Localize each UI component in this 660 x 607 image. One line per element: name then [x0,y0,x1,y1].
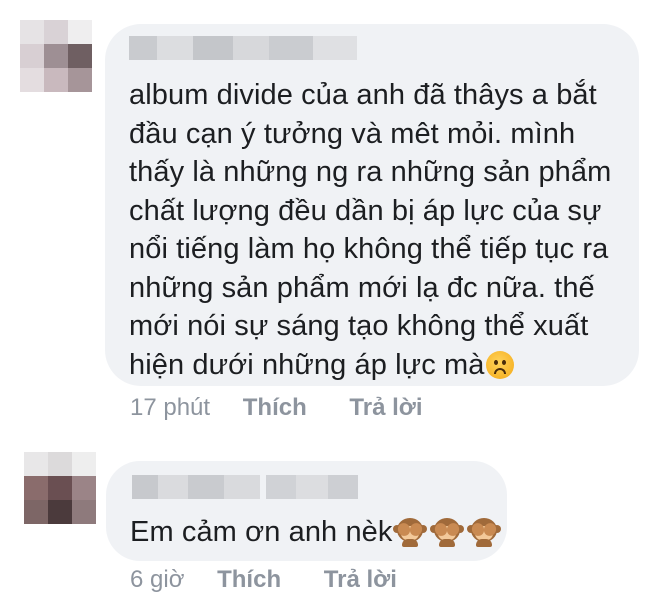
author-name-redacted[interactable] [132,475,260,499]
author-name-redacted-2[interactable] [266,475,358,499]
reply-button[interactable]: Trả lời [349,394,422,421]
comment-actions: 17 phút Thích Trả lời [130,394,423,422]
comment-actions: 6 giờ Thích Trả lời [130,566,397,594]
comment-text: Em cảm ơn anh nèk [130,513,501,552]
comment-2: Em cảm ơn anh nèk 6 giờ Thích Trả lời [0,430,660,607]
comment-text: album divide của anh đã thâys a bắt đầu … [129,79,612,381]
comment-bubble: album divide của anh đã thâys a bắt đầu … [105,24,639,386]
comment-1: album divide của anh đã thâys a bắt đầu … [0,0,660,430]
avatar[interactable] [20,20,92,92]
author-name-redacted[interactable] [129,36,357,60]
like-button[interactable]: Thích [217,566,281,593]
timestamp[interactable]: 6 giờ [130,566,184,593]
timestamp[interactable]: 17 phút [130,394,210,421]
sad-face-emoji-icon [486,350,515,379]
avatar[interactable] [24,452,96,524]
comment-bubble: Em cảm ơn anh nèk [106,461,507,561]
see-no-evil-monkey-icon [392,517,427,547]
see-no-evil-monkey-icon [429,517,464,547]
reply-button[interactable]: Trả lời [324,566,397,593]
see-no-evil-monkey-icon [466,517,501,547]
like-button[interactable]: Thích [243,394,307,421]
